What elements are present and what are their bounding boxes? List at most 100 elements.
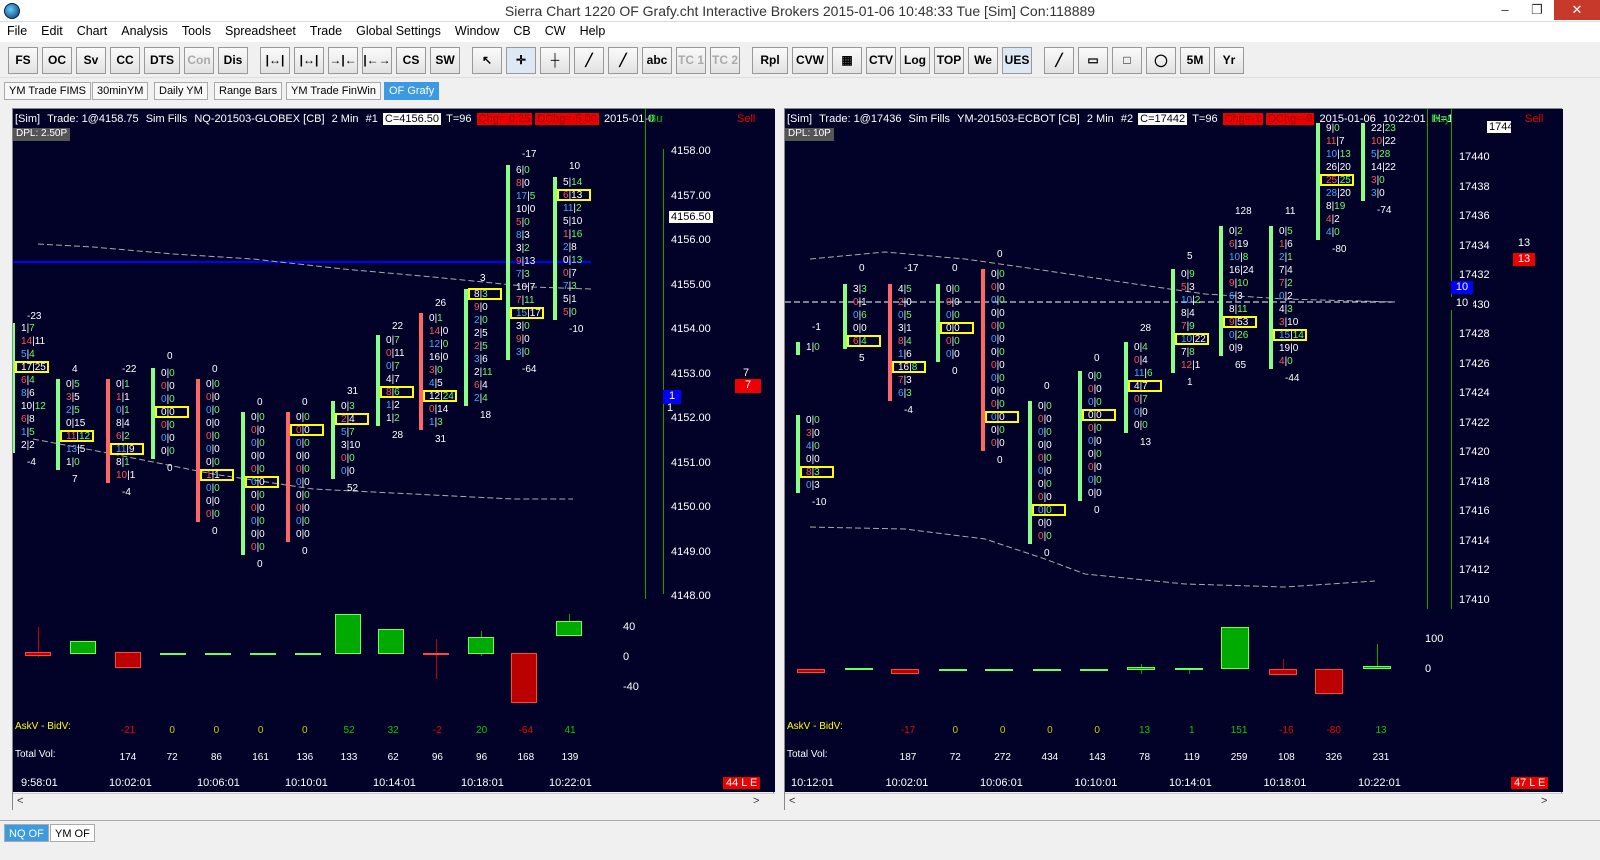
toolbar-button-3[interactable]: CC <box>110 47 140 74</box>
askbid-value: -17 <box>900 725 916 736</box>
toolbar-button-32[interactable]: ◯ <box>1146 47 1176 74</box>
toolbar-button-13[interactable]: ↖ <box>472 47 502 74</box>
toolbar-button-16[interactable]: ╱ <box>574 47 604 74</box>
toolbar-button-4[interactable]: DTS <box>144 47 180 74</box>
footprint-cell: 0|0 <box>1134 407 1148 419</box>
toolbar-button-8[interactable]: |↔| <box>294 47 324 74</box>
ask-value: 0 <box>1287 356 1293 367</box>
toolbar-button-24[interactable]: CTV <box>866 47 896 74</box>
menu-analysis[interactable]: Analysis <box>114 22 175 40</box>
toolbar-button-29[interactable]: ╱ <box>1044 47 1074 74</box>
toolbar-button-28[interactable]: UES <box>1002 47 1032 74</box>
menu-file[interactable]: File <box>0 22 34 40</box>
footprint-cell: 6|4 <box>474 380 488 392</box>
menu-window[interactable]: Window <box>448 22 506 40</box>
chart-tab-5[interactable]: OF Grafy <box>384 82 440 100</box>
footprint-cell: 12|0 <box>429 339 448 351</box>
menu-edit[interactable]: Edit <box>34 22 70 40</box>
toolbar-button-2[interactable]: Sv <box>76 47 106 74</box>
ask-value: 2 <box>1237 226 1243 237</box>
bottom-tab-0[interactable]: NQ OF <box>4 824 49 842</box>
menu-cb[interactable]: CB <box>506 22 537 40</box>
toolbar-button-14[interactable]: ✛ <box>506 47 536 74</box>
restore-button[interactable]: ❐ <box>1522 0 1552 20</box>
footprint-cell: 6|2 <box>116 431 130 443</box>
menu-help[interactable]: Help <box>573 22 613 40</box>
price-scale[interactable]: 4158.00 4157.00 4156.00 4155.00 4154.00 4153.… <box>663 109 723 774</box>
ask-value: 9 <box>1189 269 1195 280</box>
footprint-cell: 1|1 <box>116 392 130 404</box>
footprint-cell: 5|0 <box>516 217 530 229</box>
toolbar-button-23[interactable]: ▦ <box>832 47 862 74</box>
menu-chart[interactable]: Chart <box>70 22 115 40</box>
candle-body <box>845 668 873 670</box>
scroll-left-icon[interactable]: < <box>789 795 795 807</box>
bar-delta-top: 0 <box>257 397 263 408</box>
toolbar-button-20[interactable]: TC 2 <box>710 47 740 74</box>
scroll-right-icon[interactable]: > <box>753 795 759 807</box>
close-button[interactable]: ✕ <box>1554 0 1600 20</box>
ym-plot-area[interactable]: [Sim] Trade: 1@17436 Sim Fills YM-201503… <box>785 109 1451 774</box>
nq-plot-area[interactable]: [Sim] Trade: 1@4158.75 Sim Fills NQ-2015… <box>13 109 663 774</box>
ym-chart-window: [Sim] Trade: 1@17436 Sim Fills YM-201503… <box>784 108 1563 811</box>
bar-delta-bottom: -10 <box>812 497 827 508</box>
chart-tab-2[interactable]: Daily YM <box>154 82 208 100</box>
scroll-right-icon[interactable]: > <box>1541 795 1547 807</box>
toolbar-button-33[interactable]: 5M <box>1180 47 1210 74</box>
menu-cw[interactable]: CW <box>538 22 573 40</box>
askbid-value: 0 <box>1047 725 1053 736</box>
horizontal-scrollbar[interactable]: < > <box>13 793 775 811</box>
ask-value: 0 <box>214 457 220 468</box>
horizontal-scrollbar[interactable]: < > <box>785 793 1563 811</box>
ask-value: 0 <box>524 217 530 228</box>
toolbar-button-22[interactable]: CVW <box>792 47 828 74</box>
vol-tick: 40 <box>623 621 636 633</box>
toolbar-button-7[interactable]: |↔| <box>260 47 290 74</box>
price-scale[interactable]: 17440 17438 17436 17434 17432 17430 17428 17426… <box>1451 109 1522 774</box>
toolbar-button-5[interactable]: Con <box>184 47 214 74</box>
menu-tools[interactable]: Tools <box>175 22 218 40</box>
footprint-cell: 2|8 <box>563 242 577 254</box>
footprint-cell: 0|0 <box>296 477 310 489</box>
toolbar-button-9[interactable]: →|← <box>328 47 358 74</box>
chart-tab-1[interactable]: 30minYM <box>92 82 149 100</box>
chart-tab-4[interactable]: YM Trade FinWin <box>286 82 381 100</box>
chart-tab-3[interactable]: Range Bars <box>214 82 283 100</box>
bar-delta-top: -23 <box>27 311 42 322</box>
toolbar-button-1[interactable]: OC <box>42 47 72 74</box>
toolbar-button-15[interactable]: ┼ <box>540 47 570 74</box>
toolbar-button-12[interactable]: SW <box>430 47 460 74</box>
chart-tab-0[interactable]: YM Trade FIMS <box>4 82 92 100</box>
toolbar-button-6[interactable]: Dis <box>218 47 248 74</box>
footprint-cell: 0|9 <box>1181 269 1195 281</box>
toolbar-button-27[interactable]: We <box>968 47 998 74</box>
toolbar-button-31[interactable]: □ <box>1112 47 1142 74</box>
toolbar-button-21[interactable]: Rpl <box>752 47 788 74</box>
minimize-button[interactable]: – <box>1490 0 1520 20</box>
bottom-tab-1[interactable]: YM OF <box>50 824 95 842</box>
menu-trade[interactable]: Trade <box>303 22 349 40</box>
footprint-cell: 14|11 <box>21 336 45 348</box>
toolbar-button-18[interactable]: abc <box>642 47 672 74</box>
footprint-cell: 0|0 <box>946 284 960 296</box>
footprint-cell: 0|7 <box>1134 394 1148 406</box>
menu-spreadsheet[interactable]: Spreadsheet <box>218 22 303 40</box>
toolbar-button-11[interactable]: CS <box>396 47 426 74</box>
toolbar-button-26[interactable]: TOP <box>934 47 964 74</box>
time-label: 10:02:01 <box>109 777 152 789</box>
toolbar-button-34[interactable]: Yr <box>1214 47 1244 74</box>
footprint-cell: 4|5 <box>898 284 912 296</box>
toolbar-button-19[interactable]: TC 1 <box>676 47 706 74</box>
toolbar-button-17[interactable]: ╱ <box>608 47 638 74</box>
bar-delta-top: 0 <box>997 249 1003 260</box>
footprint-cell: 3|0 <box>516 347 530 359</box>
scroll-left-icon[interactable]: < <box>17 795 23 807</box>
toolbar-button-30[interactable]: ▭ <box>1078 47 1108 74</box>
toolbar-button-0[interactable]: FS <box>8 47 38 74</box>
footprint-cell: 6|3 <box>898 388 912 400</box>
footprint-cell: 4|0 <box>1279 356 1293 368</box>
footprint-cell: 22|23 <box>1371 123 1396 135</box>
menu-global-settings[interactable]: Global Settings <box>349 22 448 40</box>
toolbar-button-10[interactable]: |←→ <box>362 47 392 74</box>
toolbar-button-25[interactable]: Log <box>900 47 930 74</box>
